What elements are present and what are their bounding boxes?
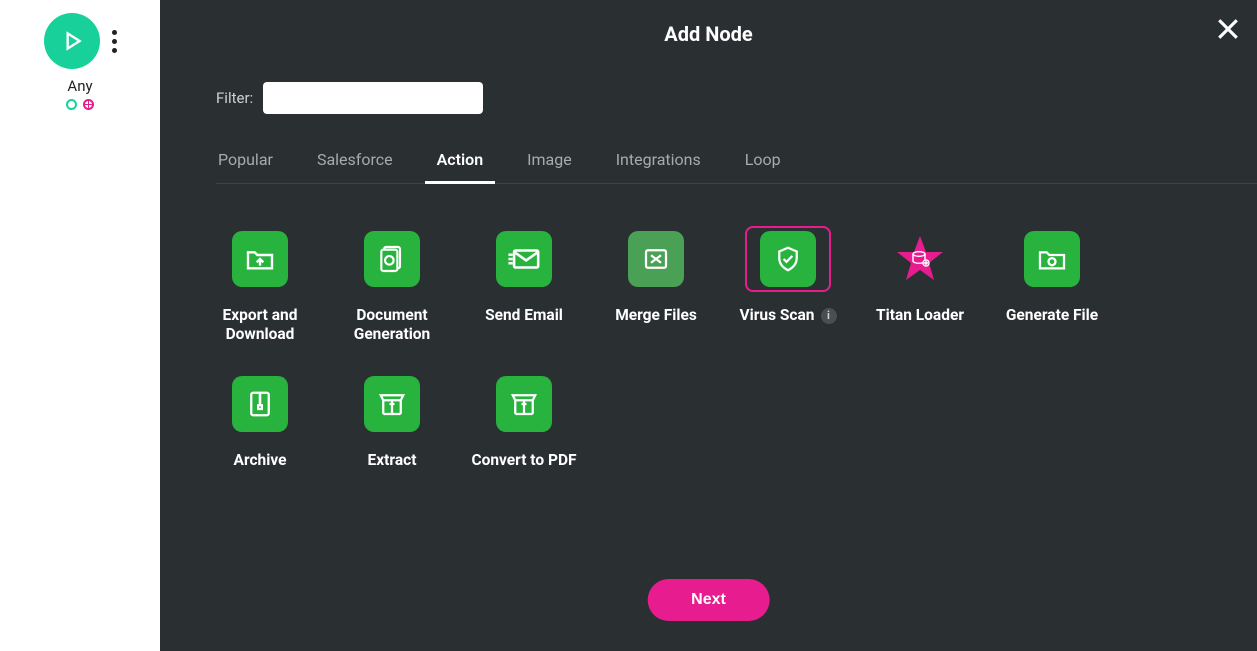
tab-integrations[interactable]: Integrations bbox=[614, 150, 703, 183]
tile-label: Send Email bbox=[485, 306, 563, 325]
tab-label: Action bbox=[437, 150, 484, 169]
info-icon[interactable]: i bbox=[821, 308, 837, 324]
tab-salesforce[interactable]: Salesforce bbox=[315, 150, 395, 183]
node-label: Any bbox=[67, 77, 92, 95]
tab-label: Loop bbox=[745, 150, 781, 169]
tile-label: Titan Loader bbox=[876, 306, 964, 325]
tab-label: Popular bbox=[218, 150, 273, 169]
tile-document-generation[interactable]: Document Generation bbox=[332, 226, 452, 345]
modal-title: Add Node bbox=[160, 0, 1257, 46]
tile-export-and-download[interactable]: Export and Download bbox=[200, 226, 320, 345]
tile-titan-loader[interactable]: Titan Loader bbox=[860, 226, 980, 345]
play-icon bbox=[59, 28, 85, 54]
filter-input[interactable] bbox=[263, 82, 483, 114]
close-button[interactable] bbox=[1213, 14, 1243, 44]
tab-label: Image bbox=[527, 150, 572, 169]
shield-check-icon bbox=[773, 244, 803, 274]
zip-icon bbox=[245, 389, 275, 419]
envelope-send-icon bbox=[507, 242, 541, 276]
tile-label: Convert to PDF bbox=[471, 451, 576, 470]
add-node-modal: Add Node Filter: Popular Salesforce Acti… bbox=[160, 0, 1257, 651]
tab-loop[interactable]: Loop bbox=[743, 150, 783, 183]
tab-label: Integrations bbox=[616, 150, 701, 169]
next-button-label: Next bbox=[691, 591, 726, 608]
tile-archive[interactable]: Archive bbox=[200, 371, 320, 470]
tile-label: Generate File bbox=[1006, 306, 1098, 325]
tile-virus-scan[interactable]: Virus Scan i bbox=[728, 226, 848, 345]
tile-label: Extract bbox=[368, 451, 417, 470]
open-box-icon bbox=[377, 389, 407, 419]
play-button[interactable] bbox=[44, 13, 100, 69]
convert-box-icon bbox=[509, 389, 539, 419]
tile-label: Document Generation bbox=[332, 306, 452, 345]
tabs: Popular Salesforce Action Image Integrat… bbox=[216, 150, 1257, 184]
tile-send-email[interactable]: Send Email bbox=[464, 226, 584, 345]
tile-label: Virus Scan bbox=[739, 306, 814, 325]
tab-label: Salesforce bbox=[317, 150, 393, 169]
tab-action[interactable]: Action bbox=[435, 150, 486, 183]
tab-image[interactable]: Image bbox=[525, 150, 574, 183]
port-open-icon[interactable] bbox=[66, 99, 77, 110]
star-db-icon bbox=[895, 232, 945, 286]
tab-popular[interactable]: Popular bbox=[216, 150, 275, 183]
port-add-icon[interactable] bbox=[83, 99, 94, 110]
filter-label: Filter: bbox=[216, 89, 253, 107]
node-ports bbox=[66, 99, 94, 110]
tile-generate-file[interactable]: Generate File bbox=[992, 226, 1112, 345]
node-menu-button[interactable] bbox=[112, 30, 117, 53]
folder-gear-icon bbox=[1036, 243, 1068, 275]
tile-extract[interactable]: Extract bbox=[332, 371, 452, 470]
tile-label: Archive bbox=[234, 451, 287, 470]
folder-upload-icon bbox=[244, 243, 276, 275]
tile-merge-files[interactable]: Merge Files bbox=[596, 226, 716, 345]
doc-gear-icon bbox=[376, 243, 408, 275]
tile-label: Merge Files bbox=[615, 306, 697, 325]
tile-grid: Export and Download Document Generation bbox=[200, 226, 1217, 470]
next-button[interactable]: Next bbox=[647, 579, 770, 621]
close-icon bbox=[1213, 14, 1243, 44]
merge-icon bbox=[641, 244, 671, 274]
tile-convert-to-pdf[interactable]: Convert to PDF bbox=[464, 371, 584, 470]
canvas-start-node: Any bbox=[10, 5, 150, 118]
tile-label: Export and Download bbox=[200, 306, 320, 345]
